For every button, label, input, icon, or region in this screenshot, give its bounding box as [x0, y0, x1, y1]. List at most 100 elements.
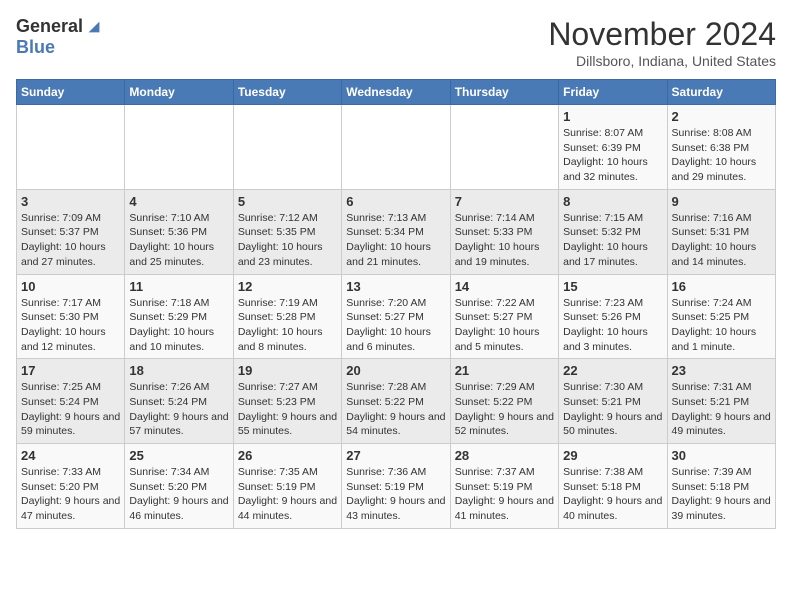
- calendar-cell: 2 Sunrise: 8:08 AM Sunset: 6:38 PM Daylig…: [667, 105, 775, 190]
- day-number: 13: [346, 279, 445, 294]
- weekday-header: Sunday: [17, 80, 125, 105]
- weekday-header: Monday: [125, 80, 233, 105]
- day-info: Sunrise: 7:37 AM Sunset: 5:19 PM Dayligh…: [455, 465, 554, 524]
- calendar-week-row: 1Sunrise: 8:07 AM Sunset: 6:39 PM Daylig…: [17, 105, 776, 190]
- calendar-cell: [125, 105, 233, 190]
- title-block: November 2024 Dillsboro, Indiana, United…: [548, 16, 776, 69]
- weekday-header: Saturday: [667, 80, 775, 105]
- calendar-cell: 4 Sunrise: 7:10 AM Sunset: 5:36 PM Daylig…: [125, 189, 233, 274]
- day-info: Sunrise: 7:12 AM Sunset: 5:35 PM Dayligh…: [238, 211, 337, 270]
- day-info: Sunrise: 7:15 AM Sunset: 5:32 PM Dayligh…: [563, 211, 662, 270]
- calendar-week-row: 24 Sunrise: 7:33 AM Sunset: 5:20 PM Dayli…: [17, 444, 776, 529]
- calendar-cell: 1Sunrise: 8:07 AM Sunset: 6:39 PM Daylig…: [559, 105, 667, 190]
- weekday-header: Friday: [559, 80, 667, 105]
- calendar-cell: 7Sunrise: 7:14 AM Sunset: 5:33 PM Daylig…: [450, 189, 558, 274]
- day-info: Sunrise: 7:33 AM Sunset: 5:20 PM Dayligh…: [21, 465, 120, 524]
- day-number: 5: [238, 194, 337, 209]
- day-info: Sunrise: 8:08 AM Sunset: 6:38 PM Dayligh…: [672, 126, 771, 185]
- calendar-cell: 16 Sunrise: 7:24 AM Sunset: 5:25 PM Dayli…: [667, 274, 775, 359]
- calendar-cell: [342, 105, 450, 190]
- calendar-cell: [17, 105, 125, 190]
- calendar-cell: 20Sunrise: 7:28 AM Sunset: 5:22 PM Dayli…: [342, 359, 450, 444]
- day-number: 17: [21, 363, 120, 378]
- day-number: 28: [455, 448, 554, 463]
- day-info: Sunrise: 7:17 AM Sunset: 5:30 PM Dayligh…: [21, 296, 120, 355]
- day-number: 10: [21, 279, 120, 294]
- day-number: 12: [238, 279, 337, 294]
- day-info: Sunrise: 7:34 AM Sunset: 5:20 PM Dayligh…: [129, 465, 228, 524]
- day-number: 2: [672, 109, 771, 124]
- weekday-header: Tuesday: [233, 80, 341, 105]
- day-info: Sunrise: 7:38 AM Sunset: 5:18 PM Dayligh…: [563, 465, 662, 524]
- day-number: 20: [346, 363, 445, 378]
- day-number: 9: [672, 194, 771, 209]
- day-number: 27: [346, 448, 445, 463]
- calendar-cell: 27 Sunrise: 7:36 AM Sunset: 5:19 PM Dayli…: [342, 444, 450, 529]
- day-number: 22: [563, 363, 662, 378]
- day-number: 15: [563, 279, 662, 294]
- calendar-table: SundayMondayTuesdayWednesdayThursdayFrid…: [16, 79, 776, 529]
- calendar-cell: 30 Sunrise: 7:39 AM Sunset: 5:18 PM Dayli…: [667, 444, 775, 529]
- day-number: 16: [672, 279, 771, 294]
- day-number: 6: [346, 194, 445, 209]
- day-info: Sunrise: 7:27 AM Sunset: 5:23 PM Dayligh…: [238, 380, 337, 439]
- day-info: Sunrise: 7:13 AM Sunset: 5:34 PM Dayligh…: [346, 211, 445, 270]
- logo: General Blue: [16, 16, 103, 58]
- calendar-week-row: 10 Sunrise: 7:17 AM Sunset: 5:30 PM Dayli…: [17, 274, 776, 359]
- day-number: 29: [563, 448, 662, 463]
- calendar-cell: 12 Sunrise: 7:19 AM Sunset: 5:28 PM Dayli…: [233, 274, 341, 359]
- day-number: 21: [455, 363, 554, 378]
- day-info: Sunrise: 7:35 AM Sunset: 5:19 PM Dayligh…: [238, 465, 337, 524]
- day-info: Sunrise: 7:19 AM Sunset: 5:28 PM Dayligh…: [238, 296, 337, 355]
- calendar-cell: 25 Sunrise: 7:34 AM Sunset: 5:20 PM Dayli…: [125, 444, 233, 529]
- day-number: 8: [563, 194, 662, 209]
- calendar-week-row: 17 Sunrise: 7:25 AM Sunset: 5:24 PM Dayli…: [17, 359, 776, 444]
- calendar-cell: 29 Sunrise: 7:38 AM Sunset: 5:18 PM Dayli…: [559, 444, 667, 529]
- calendar-cell: 11Sunrise: 7:18 AM Sunset: 5:29 PM Dayli…: [125, 274, 233, 359]
- day-info: Sunrise: 7:39 AM Sunset: 5:18 PM Dayligh…: [672, 465, 771, 524]
- weekday-header: Thursday: [450, 80, 558, 105]
- day-number: 30: [672, 448, 771, 463]
- calendar-cell: [233, 105, 341, 190]
- calendar-cell: 3Sunrise: 7:09 AM Sunset: 5:37 PM Daylig…: [17, 189, 125, 274]
- calendar-cell: [450, 105, 558, 190]
- calendar-cell: 8 Sunrise: 7:15 AM Sunset: 5:32 PM Daylig…: [559, 189, 667, 274]
- month-title: November 2024: [548, 16, 776, 53]
- day-number: 3: [21, 194, 120, 209]
- day-info: Sunrise: 7:31 AM Sunset: 5:21 PM Dayligh…: [672, 380, 771, 439]
- weekday-header: Wednesday: [342, 80, 450, 105]
- calendar-cell: 18 Sunrise: 7:26 AM Sunset: 5:24 PM Dayli…: [125, 359, 233, 444]
- calendar-cell: 5 Sunrise: 7:12 AM Sunset: 5:35 PM Daylig…: [233, 189, 341, 274]
- day-number: 1: [563, 109, 662, 124]
- day-info: Sunrise: 7:36 AM Sunset: 5:19 PM Dayligh…: [346, 465, 445, 524]
- calendar-cell: 23 Sunrise: 7:31 AM Sunset: 5:21 PM Dayli…: [667, 359, 775, 444]
- day-info: Sunrise: 7:24 AM Sunset: 5:25 PM Dayligh…: [672, 296, 771, 355]
- day-number: 18: [129, 363, 228, 378]
- calendar-cell: 6 Sunrise: 7:13 AM Sunset: 5:34 PM Daylig…: [342, 189, 450, 274]
- calendar-cell: 24 Sunrise: 7:33 AM Sunset: 5:20 PM Dayli…: [17, 444, 125, 529]
- logo-general: General: [16, 16, 83, 37]
- calendar-cell: 28 Sunrise: 7:37 AM Sunset: 5:19 PM Dayli…: [450, 444, 558, 529]
- day-number: 23: [672, 363, 771, 378]
- calendar-cell: 10 Sunrise: 7:17 AM Sunset: 5:30 PM Dayli…: [17, 274, 125, 359]
- day-info: Sunrise: 7:10 AM Sunset: 5:36 PM Dayligh…: [129, 211, 228, 270]
- day-info: Sunrise: 7:23 AM Sunset: 5:26 PM Dayligh…: [563, 296, 662, 355]
- day-info: Sunrise: 7:26 AM Sunset: 5:24 PM Dayligh…: [129, 380, 228, 439]
- day-info: Sunrise: 7:25 AM Sunset: 5:24 PM Dayligh…: [21, 380, 120, 439]
- calendar-week-row: 3Sunrise: 7:09 AM Sunset: 5:37 PM Daylig…: [17, 189, 776, 274]
- day-number: 24: [21, 448, 120, 463]
- day-number: 7: [455, 194, 554, 209]
- day-number: 19: [238, 363, 337, 378]
- calendar-header-row: SundayMondayTuesdayWednesdayThursdayFrid…: [17, 80, 776, 105]
- location-title: Dillsboro, Indiana, United States: [548, 53, 776, 69]
- day-info: Sunrise: 7:29 AM Sunset: 5:22 PM Dayligh…: [455, 380, 554, 439]
- calendar-cell: 21 Sunrise: 7:29 AM Sunset: 5:22 PM Dayli…: [450, 359, 558, 444]
- calendar-cell: 26 Sunrise: 7:35 AM Sunset: 5:19 PM Dayli…: [233, 444, 341, 529]
- calendar-cell: 9Sunrise: 7:16 AM Sunset: 5:31 PM Daylig…: [667, 189, 775, 274]
- day-number: 26: [238, 448, 337, 463]
- calendar-cell: 22Sunrise: 7:30 AM Sunset: 5:21 PM Dayli…: [559, 359, 667, 444]
- calendar-cell: 15 Sunrise: 7:23 AM Sunset: 5:26 PM Dayli…: [559, 274, 667, 359]
- day-number: 25: [129, 448, 228, 463]
- day-number: 4: [129, 194, 228, 209]
- logo-icon: [85, 18, 103, 36]
